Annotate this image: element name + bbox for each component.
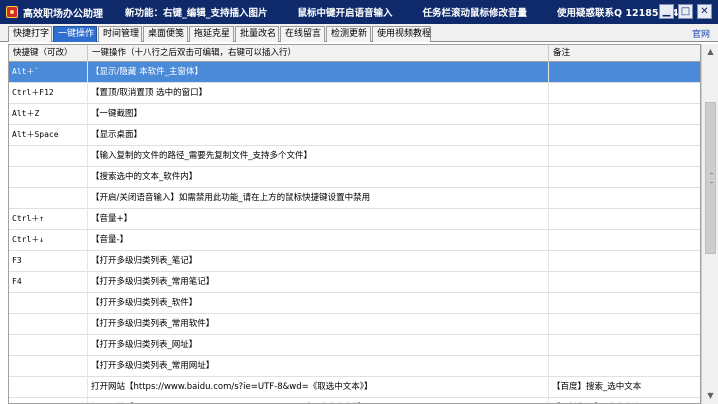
- table-row[interactable]: 【搜索选中的文本_软件内】: [9, 167, 700, 188]
- note-cell[interactable]: 【一键翻译】_选中文本: [549, 398, 700, 403]
- title-notice-volume: 任务栏滚动鼠标修改音量: [422, 8, 528, 19]
- tab-batch-rename[interactable]: 批量改名: [235, 26, 279, 42]
- hotkey-cell[interactable]: Alt＋Z: [9, 104, 88, 125]
- operation-cell[interactable]: 【一键截图】: [88, 104, 549, 125]
- operation-cell[interactable]: 【开启/关闭语音输入】如需禁用此功能_请在上方的鼠标快捷键设置中禁用: [88, 188, 549, 209]
- hotkey-cell[interactable]: [9, 335, 88, 356]
- table-row[interactable]: 打开网站【http://fanyi.baidu.com/translate#en…: [9, 398, 700, 403]
- table-row[interactable]: 【开启/关闭语音输入】如需禁用此功能_请在上方的鼠标快捷键设置中禁用: [9, 188, 700, 209]
- operation-cell[interactable]: 【打开多级归类列表_软件】: [88, 293, 549, 314]
- header-hotkey[interactable]: 快捷键（可改）: [9, 45, 88, 62]
- hotkey-cell[interactable]: [9, 146, 88, 167]
- close-button[interactable]: ✕: [697, 4, 712, 19]
- hotkey-cell[interactable]: [9, 167, 88, 188]
- hotkey-cell[interactable]: Ctrl＋F12: [9, 83, 88, 104]
- hotkey-cell[interactable]: [9, 293, 88, 314]
- tab-desktop-notes[interactable]: 桌面便笺: [143, 26, 188, 42]
- operation-cell[interactable]: 打开网站【https://www.baidu.com/s?ie=UTF-8&wd…: [88, 377, 549, 398]
- tab-video-tutorial[interactable]: 使用视频教程: [372, 26, 431, 42]
- title-bar: 高效职场办公助理 新功能：右键_编辑_支持插入图片 鼠标中键开启语音输入 任务栏…: [0, 0, 718, 24]
- table-row[interactable]: Alt＋Z 【一键截图】: [9, 104, 700, 125]
- table-row[interactable]: 【打开多级归类列表_网址】: [9, 335, 700, 356]
- app-title: 高效职场办公助理: [23, 8, 103, 20]
- hotkey-cell[interactable]: [9, 377, 88, 398]
- scroll-grip-icon: [710, 173, 713, 183]
- note-cell[interactable]: [549, 188, 700, 209]
- hotkey-cell[interactable]: Ctrl＋↑: [9, 209, 88, 230]
- scroll-up-arrow-icon[interactable]: ▲: [705, 46, 716, 57]
- table-row[interactable]: F4 【打开多级归类列表_常用笔记】: [9, 272, 700, 293]
- table-header: 快捷键（可改） 一键操作（十八行之后双击可编辑，右键可以插入行） 备注: [9, 45, 700, 62]
- note-cell[interactable]: [549, 125, 700, 146]
- table-row[interactable]: Alt＋` 【显示/隐藏 本软件_主窗体】: [9, 62, 700, 83]
- tab-check-update[interactable]: 检测更新: [326, 26, 371, 42]
- tab-bar: 快捷打字 一键操作 时间管理 桌面便笺 拖延克星 批量改名 在线留言 检测更新 …: [0, 24, 718, 42]
- hotkey-cell[interactable]: Ctrl＋↓: [9, 230, 88, 251]
- table-row[interactable]: 打开网站【https://www.baidu.com/s?ie=UTF-8&wd…: [9, 377, 700, 398]
- window-controls: ▁ □ ✕: [659, 4, 712, 19]
- title-notice-voice-input: 鼠标中键开启语音输入: [297, 8, 393, 19]
- note-cell[interactable]: 【百度】搜索_选中文本: [549, 377, 700, 398]
- table-row[interactable]: 【输入复制的文件的路径_需要先复制文件_支持多个文件】: [9, 146, 700, 167]
- scroll-thumb[interactable]: [705, 102, 716, 254]
- note-cell[interactable]: [549, 62, 700, 83]
- operation-cell[interactable]: 【打开多级归类列表_常用笔记】: [88, 272, 549, 293]
- tab-quick-typing[interactable]: 快捷打字: [8, 26, 52, 42]
- hotkey-cell[interactable]: [9, 398, 88, 403]
- table-row[interactable]: 【打开多级归类列表_常用网址】: [9, 356, 700, 377]
- hotkey-cell[interactable]: Alt＋`: [9, 62, 88, 83]
- hotkey-cell[interactable]: [9, 188, 88, 209]
- hotkey-cell[interactable]: [9, 314, 88, 335]
- title-notice-new-feature: 新功能：右键_编辑_支持插入图片: [125, 8, 268, 19]
- hotkey-cell[interactable]: [9, 356, 88, 377]
- note-cell[interactable]: [549, 335, 700, 356]
- hotkey-table: 快捷键（可改） 一键操作（十八行之后双击可编辑，右键可以插入行） 备注 Alt＋…: [8, 44, 701, 404]
- table-row[interactable]: 【打开多级归类列表_软件】: [9, 293, 700, 314]
- operation-cell[interactable]: 【显示/隐藏 本软件_主窗体】: [88, 62, 549, 83]
- header-note[interactable]: 备注: [549, 45, 700, 62]
- operation-cell[interactable]: 【搜索选中的文本_软件内】: [88, 167, 549, 188]
- operation-cell[interactable]: 【打开多级归类列表_常用软件】: [88, 314, 549, 335]
- maximize-button[interactable]: □: [678, 4, 693, 19]
- operation-cell[interactable]: 【显示桌面】: [88, 125, 549, 146]
- hotkey-cell[interactable]: F3: [9, 251, 88, 272]
- note-cell[interactable]: [549, 104, 700, 125]
- vertical-scrollbar[interactable]: ▲ ▼: [701, 44, 718, 404]
- table-row[interactable]: Alt＋Space 【显示桌面】: [9, 125, 700, 146]
- tab-one-click-ops[interactable]: 一键操作: [53, 26, 97, 42]
- note-cell[interactable]: [549, 167, 700, 188]
- note-cell[interactable]: [549, 293, 700, 314]
- table-row[interactable]: 【打开多级归类列表_常用软件】: [9, 314, 700, 335]
- note-cell[interactable]: [549, 272, 700, 293]
- hotkey-cell[interactable]: F4: [9, 272, 88, 293]
- operation-cell[interactable]: 【置顶/取消置顶 选中的窗口】: [88, 83, 549, 104]
- note-cell[interactable]: [549, 251, 700, 272]
- note-cell[interactable]: [549, 230, 700, 251]
- operation-cell[interactable]: 【打开多级归类列表_网址】: [88, 335, 549, 356]
- operation-cell[interactable]: 【打开多级归类列表_笔记】: [88, 251, 549, 272]
- operation-cell[interactable]: 打开网站【http://fanyi.baidu.com/translate#en…: [88, 398, 549, 403]
- note-cell[interactable]: [549, 209, 700, 230]
- table-row[interactable]: F3 【打开多级归类列表_笔记】: [9, 251, 700, 272]
- app-logo-icon: [6, 6, 18, 18]
- header-operation[interactable]: 一键操作（十八行之后双击可编辑，右键可以插入行）: [88, 45, 549, 62]
- table-row[interactable]: Ctrl＋↑ 【音量+】: [9, 209, 700, 230]
- operation-cell[interactable]: 【打开多级归类列表_常用网址】: [88, 356, 549, 377]
- note-cell[interactable]: [549, 314, 700, 335]
- table-row[interactable]: Ctrl＋F12 【置顶/取消置顶 选中的窗口】: [9, 83, 700, 104]
- official-site-link[interactable]: 官网: [692, 27, 710, 40]
- note-cell[interactable]: [549, 83, 700, 104]
- note-cell[interactable]: [549, 356, 700, 377]
- tab-online-message[interactable]: 在线留言: [280, 26, 325, 42]
- tab-procrastination[interactable]: 拖延克星: [189, 26, 234, 42]
- operation-cell[interactable]: 【音量-】: [88, 230, 549, 251]
- scroll-down-arrow-icon[interactable]: ▼: [705, 390, 716, 401]
- operation-cell[interactable]: 【输入复制的文件的路径_需要先复制文件_支持多个文件】: [88, 146, 549, 167]
- hotkey-cell[interactable]: Alt＋Space: [9, 125, 88, 146]
- operation-cell[interactable]: 【音量+】: [88, 209, 549, 230]
- minimize-button[interactable]: ▁: [659, 4, 674, 19]
- note-cell[interactable]: [549, 146, 700, 167]
- table-row[interactable]: Ctrl＋↓ 【音量-】: [9, 230, 700, 251]
- tab-time-management[interactable]: 时间管理: [98, 26, 142, 42]
